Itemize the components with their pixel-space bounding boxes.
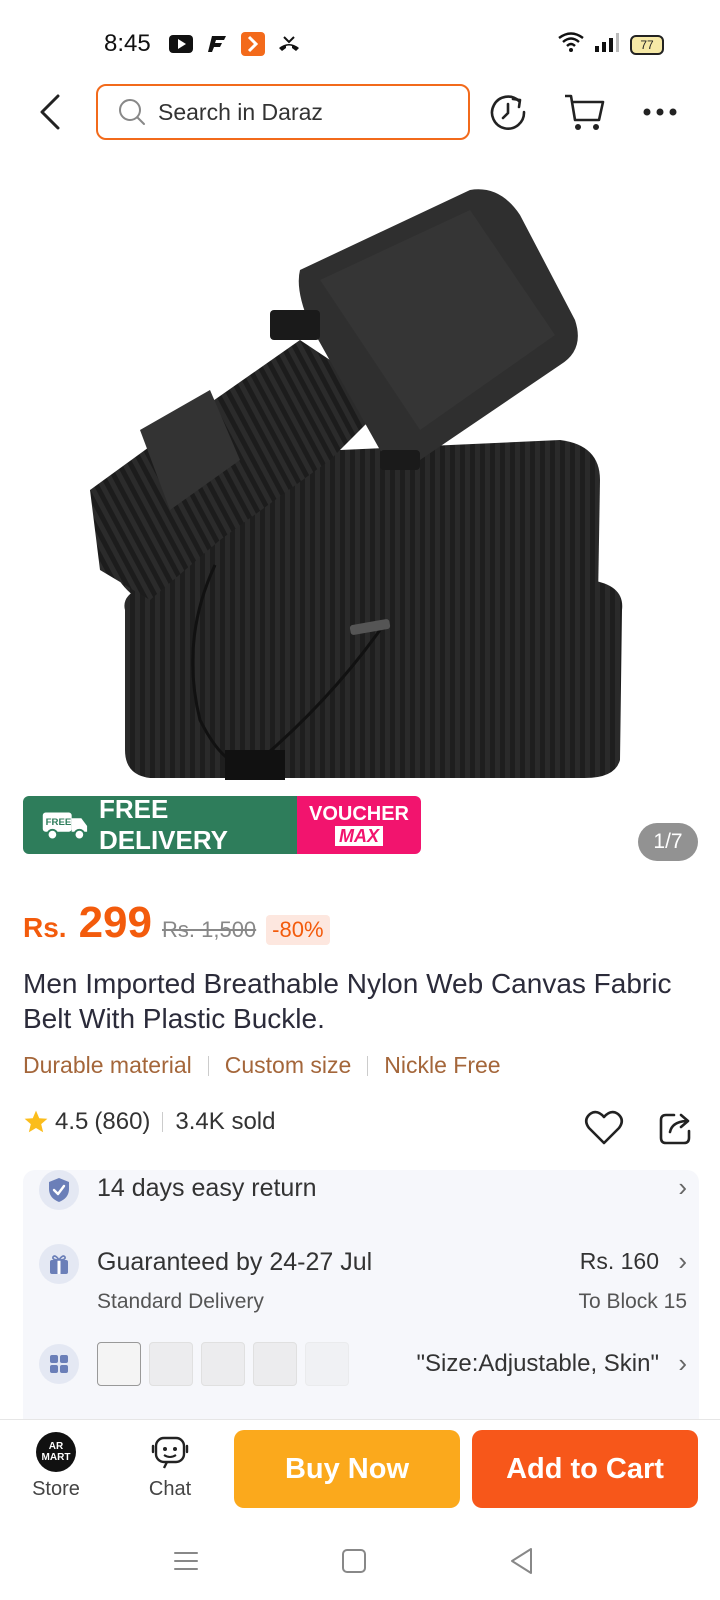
currency-label: Rs. [23, 912, 67, 943]
product-title: Men Imported Breathable Nylon Web Canvas… [23, 968, 672, 1034]
divider [207, 1055, 209, 1076]
search-icon [119, 99, 145, 125]
delivery-type: Standard Delivery [97, 1290, 264, 1313]
heart-icon [584, 1110, 624, 1145]
grid-icon [39, 1344, 79, 1384]
star-icon [24, 1110, 48, 1133]
variant-thumb[interactable] [149, 1342, 193, 1386]
image-page-indicator: 1/7 [638, 823, 698, 861]
status-time: 8:45 [104, 30, 151, 57]
price-row: Rs. 299 Rs. 1,500 -80% [23, 898, 330, 948]
chat-label: Chat [148, 1478, 192, 1500]
missed-call-icon [276, 32, 302, 56]
variant-thumb[interactable] [97, 1342, 141, 1386]
recent-apps-button[interactable] [166, 1543, 206, 1579]
more-icon [643, 108, 677, 116]
delivery-guarantee: Guaranteed by 24-27 Jul [97, 1248, 373, 1276]
selected-variant: "Size:Adjustable, Skin" [416, 1350, 660, 1377]
free-delivery-badge: FREE FREE DELIVERY [23, 796, 297, 854]
divider [367, 1055, 369, 1076]
system-navigation-bar [0, 1521, 720, 1600]
rating-score: 4.5 [55, 1108, 89, 1135]
cart-icon [565, 94, 605, 130]
feature-tags: Durable material Custom size Nickle Free [23, 1052, 501, 1079]
gift-box-icon [39, 1244, 79, 1284]
return-policy-row[interactable]: 14 days easy return › [39, 1170, 687, 1230]
history-button[interactable] [486, 90, 530, 134]
top-nav: Search in Daraz [0, 82, 720, 144]
feature-tag: Nickle Free [384, 1052, 501, 1078]
store-label: Store [32, 1478, 80, 1500]
f-app-icon [204, 32, 230, 56]
share-button[interactable] [654, 1106, 698, 1150]
divider [162, 1112, 164, 1132]
feature-tag: Durable material [23, 1052, 192, 1078]
return-policy-label: 14 days easy return [97, 1174, 317, 1202]
delivery-fee: Rs. 160 [579, 1248, 659, 1274]
menu-icon [174, 1552, 198, 1570]
back-button[interactable] [28, 90, 72, 134]
home-button[interactable] [334, 1543, 374, 1579]
chat-bot-icon [151, 1436, 189, 1469]
status-app-icons [168, 32, 302, 56]
rating-count: (860) [94, 1108, 151, 1135]
delivery-truck-icon: FREE [42, 812, 88, 841]
search-input[interactable]: Search in Daraz [96, 84, 470, 140]
home-square-icon [342, 1549, 366, 1573]
free-tag: FREE [46, 817, 72, 828]
wishlist-button[interactable] [582, 1106, 626, 1150]
wifi-icon [558, 32, 584, 57]
rating-row[interactable]: 4.5 (860) 3.4K sold [23, 1108, 275, 1136]
original-price: Rs. 1,500 [162, 917, 257, 942]
youtube-icon [168, 32, 194, 56]
back-triangle-icon [511, 1548, 532, 1574]
service-info-card: 14 days easy return › Guaranteed by 24-2… [23, 1170, 699, 1430]
store-logo: AR MART [36, 1432, 76, 1472]
voucher-label: VOUCHER [308, 803, 409, 825]
bottom-action-bar: AR MART Store Chat Buy Now Add to Cart [0, 1419, 720, 1521]
variant-thumb[interactable] [253, 1342, 297, 1386]
status-indicators: 77 [558, 32, 664, 57]
product-image [90, 189, 623, 780]
system-back-button[interactable] [502, 1543, 542, 1579]
free-delivery-label: FREE DELIVERY [98, 796, 228, 854]
buy-now-button[interactable]: Buy Now [234, 1430, 460, 1508]
search-placeholder: Search in Daraz [158, 98, 323, 125]
sold-count: 3.4K sold [175, 1108, 276, 1135]
variant-thumb[interactable] [201, 1342, 245, 1386]
variant-row[interactable]: "Size:Adjustable, Skin" › [39, 1342, 687, 1392]
delivery-destination: To Block 15 [578, 1290, 687, 1313]
chevron-right-icon: › [678, 1348, 687, 1378]
history-icon [490, 95, 526, 130]
chevron-right-icon: › [678, 1246, 687, 1276]
back-icon [40, 94, 60, 130]
feature-tag: Custom size [224, 1052, 352, 1078]
battery-icon: 77 [630, 34, 664, 55]
voucher-max-label: MAX [335, 826, 383, 846]
signal-icon [594, 32, 620, 57]
store-button[interactable]: AR MART Store [16, 1432, 96, 1501]
shield-check-icon [39, 1170, 79, 1210]
product-image-gallery[interactable] [0, 160, 720, 860]
delivery-row[interactable]: Guaranteed by 24-27 Jul Standard Deliver… [39, 1244, 687, 1316]
promo-banner: FREE FREE DELIVERY VOUCHER MAX [23, 796, 421, 854]
more-button[interactable] [638, 90, 682, 134]
current-price: 299 [78, 898, 152, 947]
chevron-right-icon: › [678, 1172, 687, 1202]
cart-button[interactable] [562, 90, 606, 134]
add-to-cart-button[interactable]: Add to Cart [472, 1430, 698, 1508]
share-icon [659, 1113, 691, 1145]
status-bar: 8:45 77 [0, 0, 720, 80]
chat-button[interactable]: Chat [130, 1432, 210, 1501]
daraz-app-icon [240, 32, 266, 56]
discount-badge: -80% [266, 915, 330, 945]
variant-thumbnails [97, 1342, 349, 1386]
variant-thumb[interactable] [305, 1342, 349, 1386]
voucher-max-badge: VOUCHER MAX [297, 796, 421, 854]
